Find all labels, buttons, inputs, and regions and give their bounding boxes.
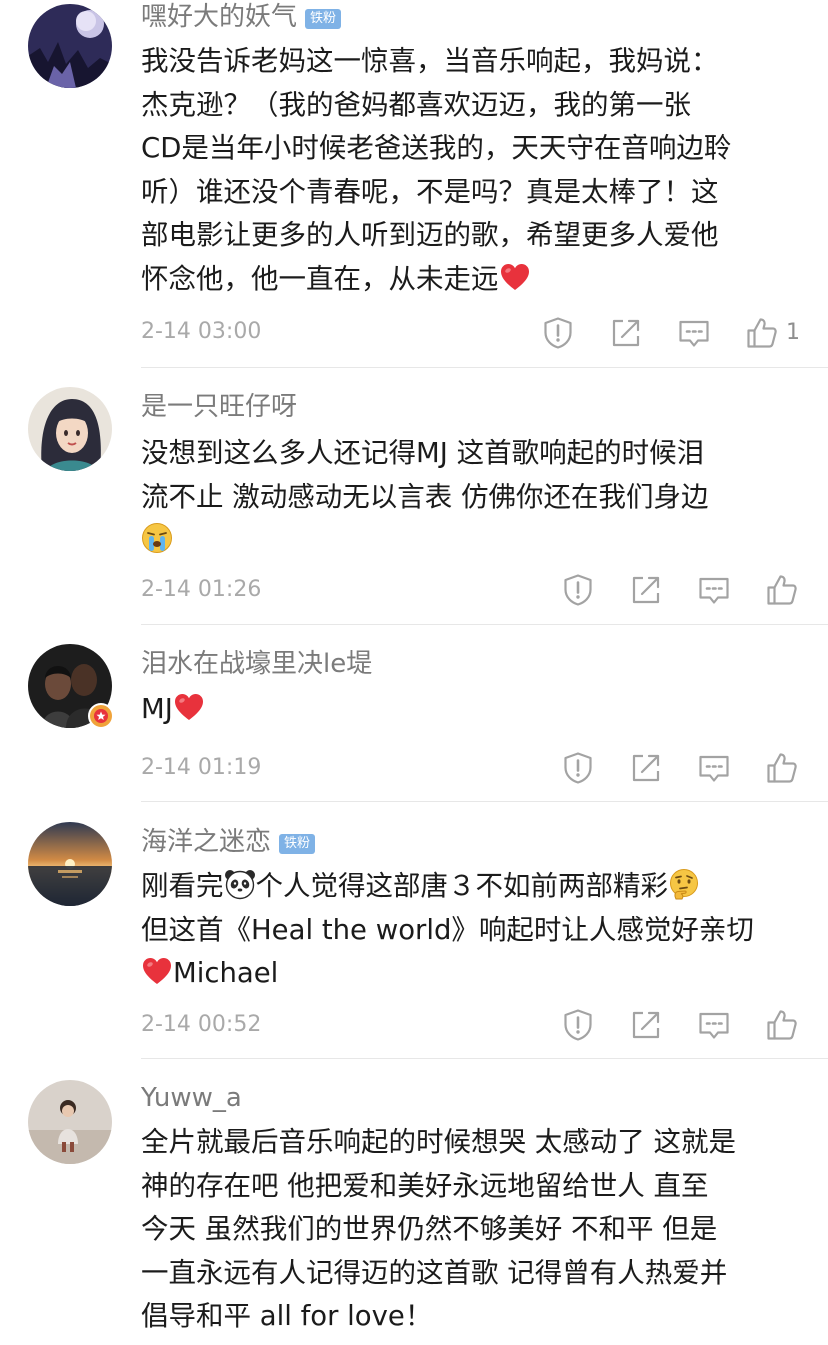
comment-text-line: Michael bbox=[141, 952, 811, 996]
comment-text-line: 没想到这么多人还记得MJ 这首歌响起的时候泪 bbox=[141, 437, 705, 469]
like-icon[interactable] bbox=[765, 573, 799, 607]
comment-author[interactable]: 嘿好大的妖气 铁粉 bbox=[141, 0, 342, 34]
comment-text-line: CD是当年小时候老爸送我的，天天守在音响边聆 bbox=[141, 132, 732, 164]
thinking-emoji bbox=[668, 868, 700, 900]
author-name[interactable]: 泪水在战壕里决le堤 bbox=[141, 649, 372, 679]
fan-badge: 铁粉 bbox=[279, 834, 316, 854]
comment-icon[interactable] bbox=[697, 751, 731, 785]
like-icon[interactable] bbox=[765, 1008, 799, 1042]
comment-text: 我没告诉老妈这一惊喜，当音乐响起，我妈说： 杰克逊？（我的爸妈都喜欢迈迈，我的第… bbox=[141, 40, 811, 301]
comment-text-span: 怀念他，他一直在，从未走远 bbox=[141, 262, 499, 295]
comment-icon[interactable] bbox=[697, 1008, 731, 1042]
red-heart-emoji bbox=[141, 955, 173, 987]
share-icon[interactable] bbox=[629, 1008, 663, 1042]
divider bbox=[141, 367, 828, 368]
comment-text-span: Michael bbox=[173, 957, 279, 989]
crying-emoji bbox=[141, 522, 173, 554]
share-icon[interactable] bbox=[629, 751, 663, 785]
author-name[interactable]: 海洋之迷恋 bbox=[141, 827, 271, 857]
red-heart-emoji bbox=[173, 691, 205, 723]
comment-text: MJ bbox=[141, 688, 811, 732]
red-heart-emoji bbox=[499, 261, 531, 293]
avatar[interactable] bbox=[28, 4, 112, 88]
report-icon[interactable] bbox=[561, 751, 595, 785]
comment-text-line: 杰克逊？（我的爸妈都喜欢迈迈，我的第一张 bbox=[141, 88, 691, 121]
comment-text-span: MJ bbox=[141, 693, 173, 725]
comment-text-line: 一直永远有人记得迈的这首歌 记得曾有人热爱并 bbox=[141, 1256, 728, 1289]
author-name[interactable]: Yuww_a bbox=[141, 1083, 242, 1113]
divider bbox=[141, 624, 828, 625]
avatar[interactable] bbox=[28, 822, 112, 906]
avatar[interactable] bbox=[28, 1080, 112, 1164]
comment-author[interactable]: 泪水在战壕里决le堤 bbox=[141, 647, 372, 681]
comment-timestamp: 2-14 03:00 bbox=[141, 319, 262, 344]
comment-text-line: 听）谁还没个青春呢，不是吗？真是太棒了！这 bbox=[141, 175, 719, 208]
comment-text-line: 我没告诉老妈这一惊喜，当音乐响起，我妈说： bbox=[141, 45, 719, 77]
author-name[interactable]: 是一只旺仔呀 bbox=[141, 392, 297, 422]
comment-text-line: 全片就最后音乐响起的时候想哭 太感动了 这就是 bbox=[141, 1126, 736, 1158]
comment-text-line: 流不止 激动感动无以言表 仿佛你还在我们身边 bbox=[141, 480, 709, 513]
panda-emoji bbox=[224, 868, 256, 900]
comment-timestamp: 2-14 01:19 bbox=[141, 755, 262, 780]
report-icon[interactable] bbox=[561, 1008, 595, 1042]
comment-text: 没想到这么多人还记得MJ 这首歌响起的时候泪 流不止 激动感动无以言表 仿佛你还… bbox=[141, 432, 811, 563]
author-name[interactable]: 嘿好大的妖气 bbox=[141, 2, 297, 32]
comment-author[interactable]: Yuww_a bbox=[141, 1081, 242, 1115]
comment-author[interactable]: 海洋之迷恋 铁粉 bbox=[141, 825, 316, 859]
fan-badge: 铁粉 bbox=[305, 9, 342, 29]
comment-timestamp: 2-14 01:26 bbox=[141, 577, 262, 602]
comment-text-span: 刚看完 bbox=[141, 870, 224, 902]
comment-text-line: 但这首《Heal the world》响起时让人感觉好亲切 bbox=[141, 913, 754, 946]
comment-icon[interactable] bbox=[697, 573, 731, 607]
like-icon[interactable] bbox=[745, 316, 779, 350]
comment-text-line: 神的存在吧 他把爱和美好永远地留给世人 直至 bbox=[141, 1169, 709, 1202]
report-icon[interactable] bbox=[561, 573, 595, 607]
comment-text-line: 怀念他，他一直在，从未走远 bbox=[141, 258, 811, 302]
comment-author[interactable]: 是一只旺仔呀 bbox=[141, 390, 297, 424]
comment-text: 全片就最后音乐响起的时候想哭 太感动了 这就是 神的存在吧 他把爱和美好永远地留… bbox=[141, 1121, 811, 1339]
report-icon[interactable] bbox=[541, 316, 575, 350]
comment-timestamp: 2-14 00:52 bbox=[141, 1012, 262, 1037]
comment-text-line: MJ bbox=[141, 688, 811, 732]
divider bbox=[141, 801, 828, 802]
comment-text-line bbox=[141, 519, 811, 563]
comment-text-line: 今天 虽然我们的世界仍然不够美好 不和平 但是 bbox=[141, 1213, 718, 1245]
comment-text-line: 倡导和平 all for love！ bbox=[141, 1300, 433, 1332]
comment-text-span: 个人觉得这部唐３不如前两部精彩 bbox=[255, 870, 669, 902]
comment-text: 刚看完 个人觉得这部唐３不如前两部精彩 但这首《Heal the world》响起… bbox=[141, 865, 811, 996]
like-icon[interactable] bbox=[765, 751, 799, 785]
verified-badge-icon bbox=[88, 703, 114, 729]
comment-text-line: 刚看完 个人觉得这部唐３不如前两部精彩 bbox=[141, 865, 811, 909]
comment-text-line: 部电影让更多的人听到迈的歌，希望更多人爱他 bbox=[141, 219, 719, 251]
share-icon[interactable] bbox=[609, 316, 643, 350]
avatar[interactable] bbox=[28, 387, 112, 471]
comment-icon[interactable] bbox=[677, 316, 711, 350]
like-count: 1 bbox=[786, 320, 800, 345]
divider bbox=[141, 1058, 828, 1059]
share-icon[interactable] bbox=[629, 573, 663, 607]
